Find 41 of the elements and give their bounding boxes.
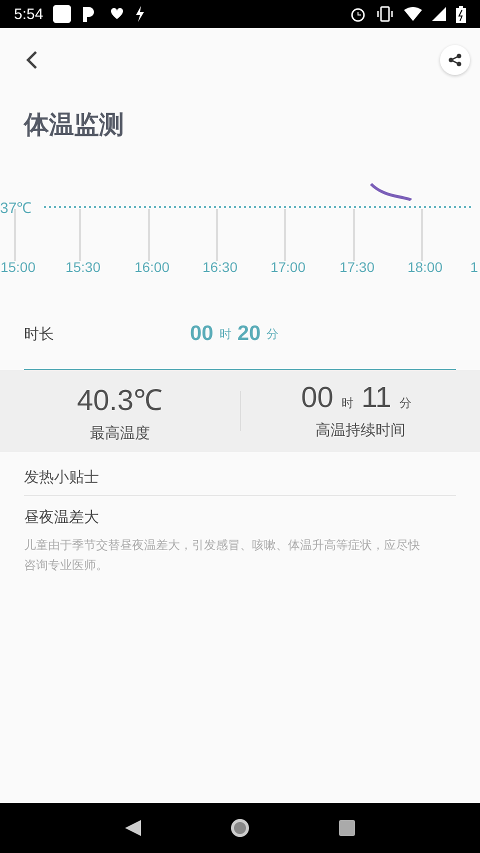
page-title: 体温监测	[24, 109, 125, 141]
unit-label: 时	[219, 326, 232, 342]
signal-icon	[432, 7, 446, 21]
hours-value: 00	[190, 322, 214, 346]
tip-title: 昼夜温差大	[24, 508, 100, 527]
hours-value: 00	[301, 382, 334, 415]
time-label: 18:00	[407, 259, 443, 275]
home-icon[interactable]	[230, 818, 250, 838]
unit-label: 分	[399, 395, 412, 412]
time-label: 17:00	[270, 259, 306, 275]
back-icon[interactable]	[124, 819, 142, 837]
share-icon	[448, 53, 462, 67]
unit-label: 时	[341, 395, 354, 412]
time-label: 15:30	[65, 259, 101, 275]
time-label: 1	[470, 259, 478, 275]
duration-label: 时长	[24, 324, 55, 344]
time-label: 16:30	[202, 259, 238, 275]
minutes-value: 11	[361, 382, 392, 415]
status-time: 5:54	[14, 6, 44, 22]
recents-icon[interactable]	[338, 819, 356, 837]
minutes-value: 20	[237, 322, 261, 346]
share-button[interactable]	[440, 45, 470, 75]
tick-line	[284, 208, 286, 262]
tick-line	[216, 208, 218, 262]
tick-line	[148, 208, 150, 262]
stat-label: 最高温度	[90, 424, 150, 443]
tick-line	[14, 208, 16, 262]
wifi-icon	[404, 7, 422, 21]
battery-icon	[456, 6, 466, 22]
time-label: 16:00	[134, 259, 170, 275]
time-label: 17:30	[339, 259, 375, 275]
reference-label: 37℃	[0, 200, 32, 217]
unit-label: 分	[266, 326, 279, 342]
alarm-icon	[350, 6, 366, 22]
tips-heading: 发热小贴士	[24, 452, 456, 496]
stat-label: 高温持续时间	[315, 421, 406, 440]
time-label: 15:00	[0, 259, 36, 275]
tip-text: 儿童由于季节交替昼夜温差大，引发感冒、咳嗽、体温升高等症状，应尽快咨询专业医师。	[24, 537, 421, 574]
vibrate-icon	[376, 6, 394, 22]
max-temperature: 40.3℃	[77, 384, 162, 418]
temperature-curve	[370, 182, 412, 202]
